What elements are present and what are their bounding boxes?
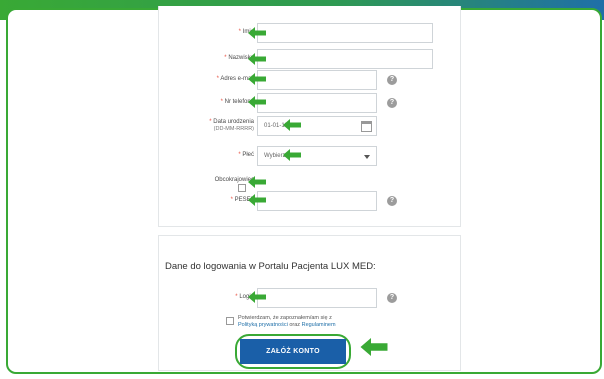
green-arrow-left-icon — [248, 96, 266, 108]
help-icon[interactable]: ? — [387, 293, 397, 303]
last-name-row: * Nazwisko — [159, 49, 462, 69]
gender-label: Płeć — [242, 152, 254, 158]
gender-select[interactable]: Wybierz — [257, 146, 377, 166]
gender-row: * Płeć Wybierz — [159, 146, 462, 166]
phone-row: * Nr telefonu ? — [159, 93, 462, 113]
required-mark: * — [224, 55, 227, 61]
help-icon[interactable]: ? — [387, 75, 397, 85]
first-name-row: * Imię — [159, 23, 462, 43]
required-mark: * — [230, 197, 233, 203]
green-arrow-left-icon — [283, 119, 301, 131]
create-account-button[interactable]: ZAŁÓŻ KONTO — [240, 339, 346, 364]
help-icon[interactable]: ? — [387, 196, 397, 206]
phone-input[interactable] — [257, 93, 377, 113]
last-name-input[interactable] — [257, 49, 433, 69]
terms-link[interactable]: Regulaminem — [302, 322, 336, 328]
required-mark: * — [238, 29, 241, 35]
and-text: oraz — [289, 322, 301, 328]
dob-input[interactable]: 01-01-1900 — [257, 116, 377, 136]
required-mark: * — [220, 99, 223, 105]
green-arrow-left-icon — [248, 194, 266, 206]
green-arrow-left-icon — [360, 338, 388, 356]
dob-row: * Data urodzenia (DD-MM-RRRR) 01-01-1900 — [159, 116, 462, 136]
help-icon[interactable]: ? — [387, 98, 397, 108]
required-mark: * — [235, 294, 238, 300]
green-arrow-left-icon — [248, 73, 266, 85]
foreigner-row: Obcokrajowiec — [159, 171, 462, 192]
green-arrow-left-icon — [283, 149, 301, 161]
required-mark: * — [238, 152, 241, 158]
dob-hint: (DD-MM-RRRR) — [213, 126, 254, 132]
personal-data-panel: * Imię * Nazwisko * Adres e-mail ? * Nr … — [158, 6, 461, 227]
pesel-row: * PESEL ? — [159, 191, 462, 211]
pesel-input[interactable] — [257, 191, 377, 211]
login-input[interactable] — [257, 288, 377, 308]
required-mark: * — [216, 76, 219, 82]
email-input[interactable] — [257, 70, 377, 90]
email-row: * Adres e-mail ? — [159, 70, 462, 90]
login-section-title: Dane do logowania w Portalu Pacjenta LUX… — [165, 261, 376, 272]
chevron-down-icon — [364, 155, 370, 159]
dob-label: Data urodzenia — [213, 119, 254, 125]
login-row: * Login ? — [159, 288, 462, 308]
calendar-icon[interactable] — [361, 121, 372, 132]
green-arrow-left-icon — [248, 291, 266, 303]
privacy-policy-link[interactable]: Polityką prywatności — [238, 322, 288, 328]
required-mark: * — [209, 119, 212, 125]
consent-label: Potwierdzam, że zapoznałem/am się z — [238, 315, 332, 321]
consent-text: Potwierdzam, że zapoznałem/am się z Poli… — [238, 315, 408, 329]
green-arrow-left-icon — [248, 53, 266, 65]
consent-checkbox[interactable] — [226, 317, 234, 325]
foreigner-label: Obcokrajowiec — [214, 177, 254, 183]
green-arrow-left-icon — [248, 27, 266, 39]
green-arrow-left-icon — [248, 176, 266, 188]
first-name-input[interactable] — [257, 23, 433, 43]
